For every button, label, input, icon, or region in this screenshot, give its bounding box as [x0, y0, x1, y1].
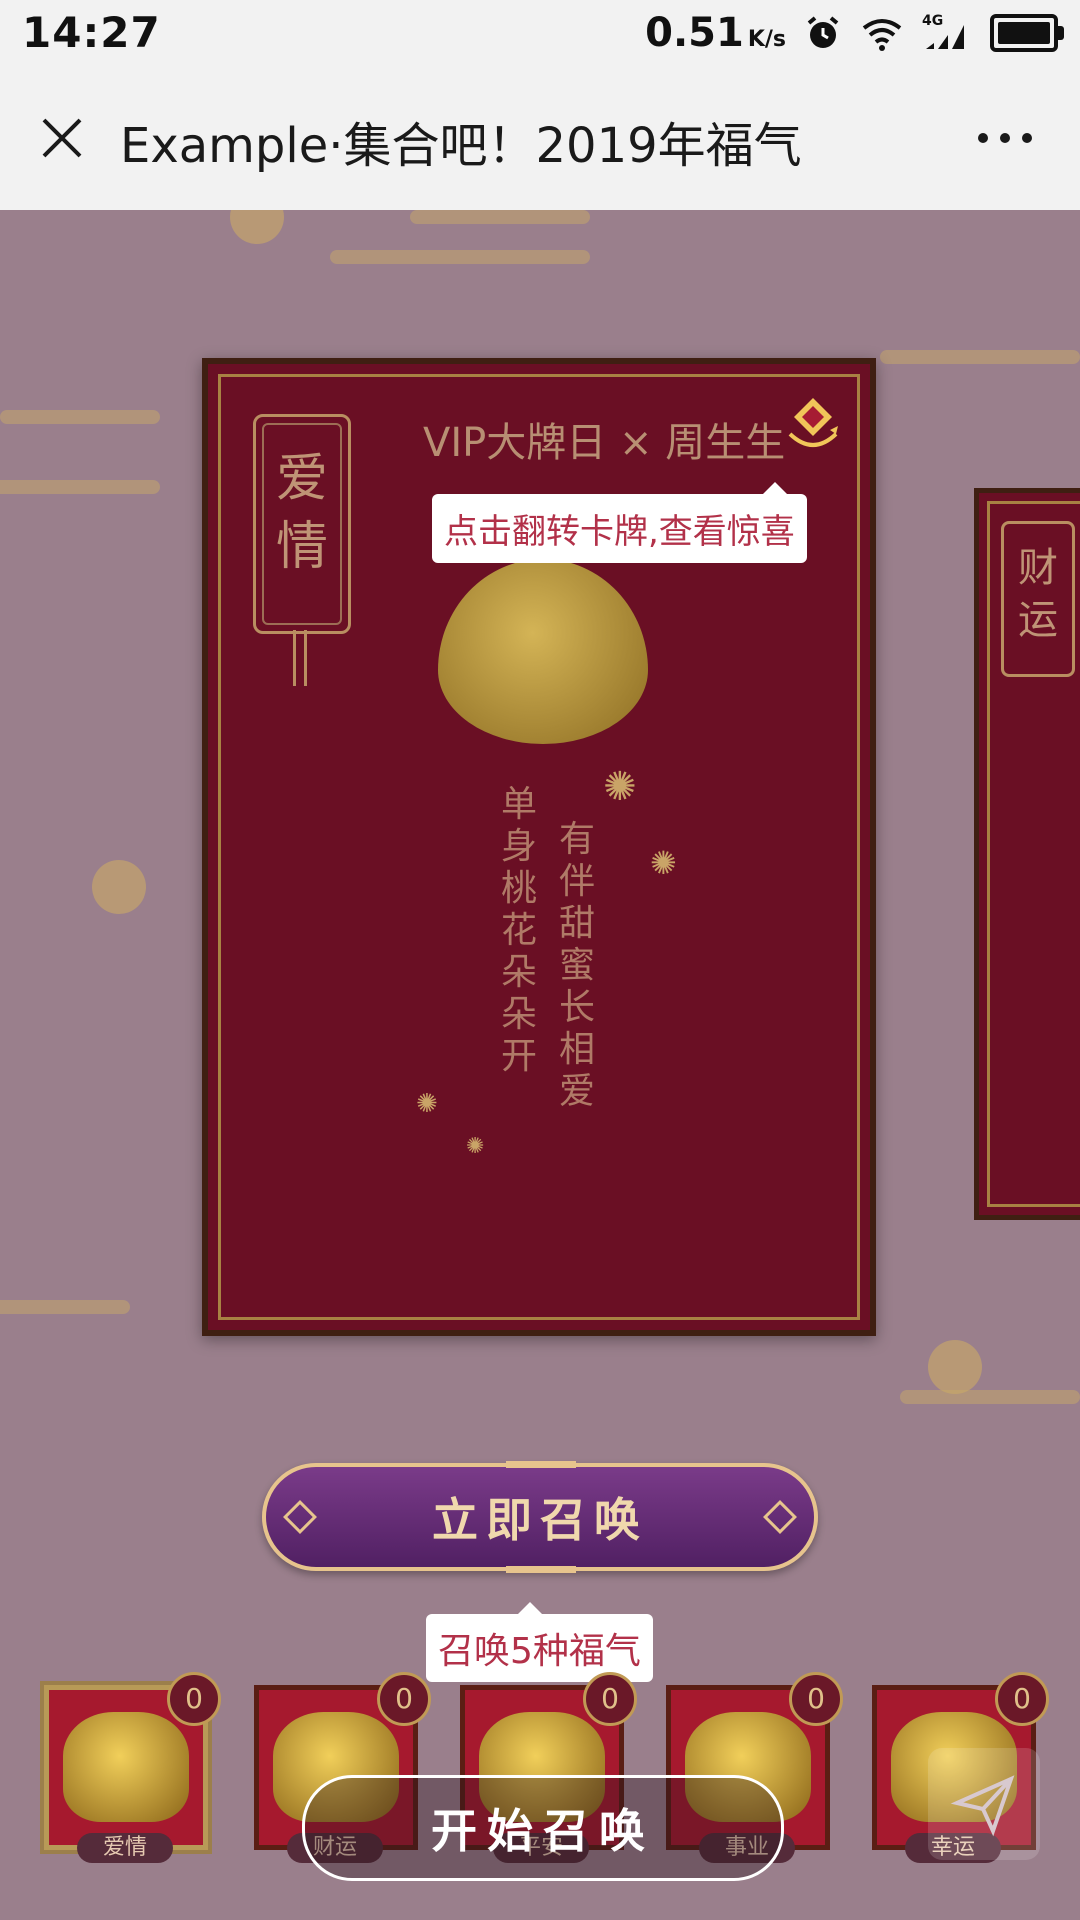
flower-decoration: [928, 1340, 982, 1394]
star-decoration: ✺: [603, 764, 637, 810]
signal-indicator: 4G: [922, 13, 972, 53]
star-decoration: ✺: [416, 1089, 438, 1119]
heart-charm-icon: [63, 1712, 189, 1822]
card-count-badge: 0: [167, 1672, 221, 1726]
card-count-badge: 0: [995, 1672, 1049, 1726]
card-count-badge: 0: [583, 1672, 637, 1726]
wifi-icon: [862, 19, 902, 51]
battery-icon: [990, 14, 1064, 52]
cloud-decoration: [880, 350, 1080, 364]
next-card[interactable]: 财运: [974, 488, 1080, 1220]
alarm-icon: [807, 16, 839, 48]
net-speed-unit: K/s: [747, 27, 786, 52]
card-count-badge: 0: [789, 1672, 843, 1726]
cloud-decoration: [0, 1300, 130, 1314]
card-tag: 爱情: [253, 414, 351, 634]
close-icon: [42, 118, 82, 158]
page-title: Example·集合吧！2019年福气: [120, 118, 802, 174]
card-count-badge: 0: [377, 1672, 431, 1726]
cloud-decoration: [330, 250, 590, 264]
more-icon: [978, 133, 988, 143]
title-bar: Example·集合吧！2019年福气: [0, 66, 1080, 211]
button-ornament: [506, 1461, 576, 1468]
flower-decoration: [230, 210, 284, 244]
card-slot-love[interactable]: 0 爱情: [44, 1672, 221, 1863]
cloud-decoration: [0, 480, 160, 494]
flip-tooltip: 点击翻转卡牌,查看惊喜: [432, 482, 807, 563]
flower-decoration: [92, 860, 146, 914]
status-time: 14:27: [22, 8, 161, 57]
start-summon-label: 开始召唤: [431, 1804, 655, 1858]
next-card-tag: 财运: [1001, 521, 1075, 677]
verse-left: 单身桃花朵朵开: [500, 784, 537, 1077]
cloud-decoration: [0, 410, 160, 424]
more-button[interactable]: [960, 106, 1050, 170]
button-ornament: [506, 1566, 576, 1573]
send-icon: [950, 1775, 1015, 1837]
tassel-decoration: [293, 630, 307, 686]
status-indicators: 0.51 K/s 4G: [645, 8, 1064, 58]
status-bar: 14:27 0.51 K/s 4G: [0, 0, 1080, 66]
signal-icon: [926, 25, 964, 49]
card-slot-label: 爱情: [77, 1833, 173, 1863]
summon-now-label: 立即召唤: [432, 1493, 648, 1547]
star-decoration: ✺: [466, 1134, 485, 1159]
diamond-icon: [763, 1500, 797, 1534]
flip-card-icon[interactable]: [782, 394, 844, 456]
diamond-icon: [283, 1500, 317, 1534]
summon-tooltip: 召唤5种福气: [426, 1602, 653, 1682]
game-area: 爱情 VIP大牌日 × 周生生 单身桃花朵朵开 有伴甜蜜长相爱 ✺ ✺ ✺ ✺ …: [0, 210, 1080, 1920]
verse-right: 有伴甜蜜长相爱: [558, 819, 595, 1112]
share-button[interactable]: [928, 1748, 1040, 1860]
summon-now-button[interactable]: 立即召唤: [262, 1461, 818, 1573]
net-speed-indicator: 0.51 K/s: [645, 10, 786, 56]
close-button[interactable]: [30, 106, 94, 170]
start-summon-button[interactable]: 开始召唤: [302, 1775, 784, 1881]
net-speed: 0.51: [645, 10, 744, 56]
brand-logo: VIP大牌日 × 周生生: [423, 420, 786, 466]
cloud-decoration: [410, 210, 590, 224]
cloud-decoration: [900, 1390, 1080, 1404]
next-card-tag-text: 财运: [1018, 545, 1058, 643]
star-decoration: ✺: [650, 844, 677, 882]
card-tag-text: 爱情: [275, 449, 328, 577]
